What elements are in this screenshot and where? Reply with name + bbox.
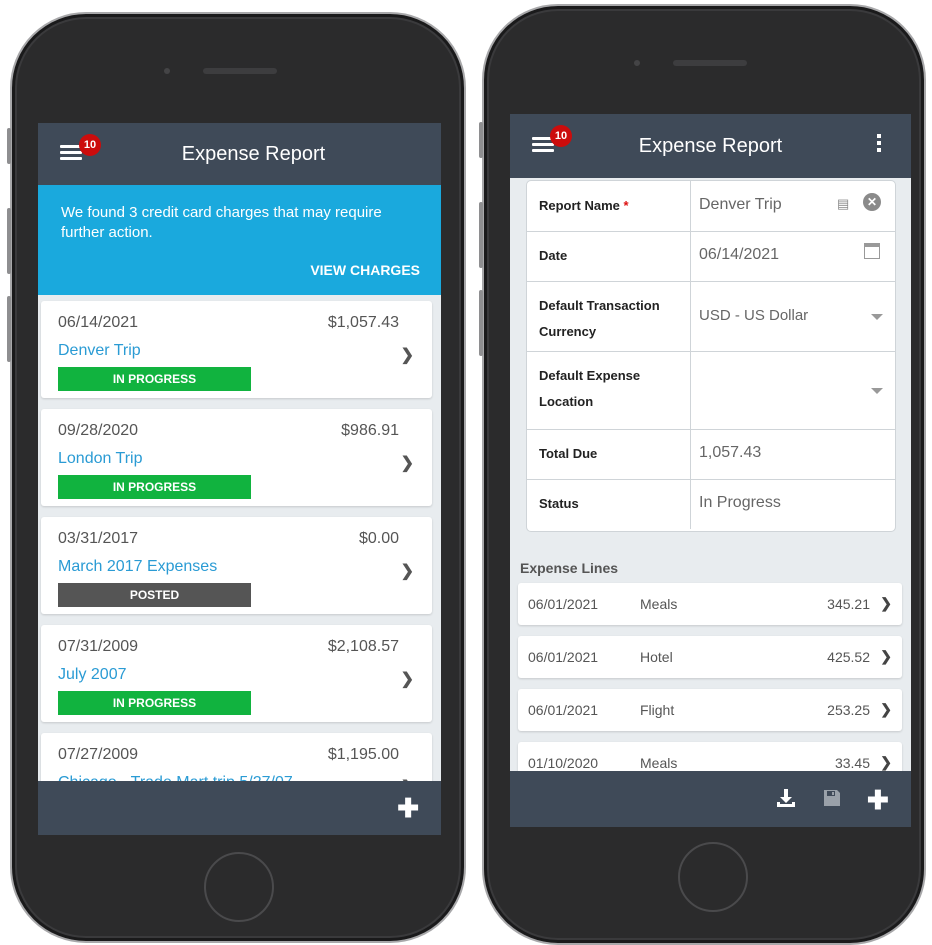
phone-side-button	[7, 296, 11, 362]
total-label: Total Due	[539, 446, 598, 461]
report-date: 06/14/2021	[58, 314, 139, 331]
line-amount: 253.25	[827, 702, 870, 718]
chevron-right-icon: ❯	[400, 671, 414, 688]
phone-camera	[634, 60, 640, 66]
download-icon[interactable]	[775, 787, 797, 809]
left-screen: 10 Expense Report We found 3 credit card…	[38, 123, 441, 835]
line-date: 01/10/2020	[528, 755, 599, 771]
home-button[interactable]	[204, 852, 274, 922]
report-amount: $2,108.57	[327, 638, 399, 655]
chevron-right-icon: ❯	[880, 648, 892, 664]
phone-side-button	[479, 122, 483, 158]
report-name-label: Report Name *	[539, 198, 629, 213]
page-title: Expense Report	[181, 143, 326, 165]
phone-side-button	[7, 128, 11, 164]
report-name-link[interactable]: July 2007	[58, 666, 127, 684]
chevron-right-icon: ❯	[880, 701, 892, 717]
required-mark: *	[623, 198, 629, 213]
phone-side-button	[479, 202, 483, 268]
report-name-link[interactable]: March 2017 Expenses	[58, 558, 217, 576]
bottom-toolbar: ✚	[38, 781, 441, 835]
currency-row: Default Transaction Currency USD - US Dol…	[527, 281, 895, 352]
header-bar: 10 Expense Report	[510, 114, 911, 178]
chevron-down-icon[interactable]	[871, 314, 883, 320]
currency-label: Default Transaction Currency	[539, 298, 660, 339]
line-category: Flight	[640, 702, 675, 718]
right-screen: 10 Expense Report Report Name * Denver T…	[510, 114, 911, 827]
status-label: Status	[539, 496, 579, 511]
report-card[interactable]: 03/31/2017 $0.00 March 2017 Expenses ❯ P…	[41, 517, 432, 614]
line-amount: 425.52	[827, 649, 870, 665]
save-icon[interactable]	[822, 788, 842, 808]
line-category: Hotel	[640, 649, 673, 665]
plus-icon[interactable]: ✚	[867, 787, 889, 813]
report-date: 03/31/2017	[58, 530, 139, 547]
view-charges-link[interactable]: VIEW CHARGES	[310, 262, 420, 278]
calendar-icon[interactable]	[864, 243, 880, 259]
status-badge: IN PROGRESS	[58, 475, 251, 499]
home-button[interactable]	[678, 842, 748, 912]
chevron-right-icon: ❯	[400, 347, 414, 364]
plus-icon[interactable]: ✚	[397, 795, 419, 821]
status-row: Status In Progress	[527, 479, 895, 529]
phone-side-button	[479, 290, 483, 356]
alert-banner: We found 3 credit card charges that may …	[38, 185, 441, 295]
line-date: 06/01/2021	[528, 702, 599, 718]
report-card[interactable]: 09/28/2020 $986.91 London Trip ❯ IN PROG…	[41, 409, 432, 506]
expense-line[interactable]: 06/01/2021 Flight 253.25 ❯	[518, 689, 902, 731]
report-name-link[interactable]: London Trip	[58, 450, 143, 468]
line-date: 06/01/2021	[528, 649, 599, 665]
header-bar: 10 Expense Report	[38, 123, 441, 185]
location-row: Default Expense Location	[527, 351, 895, 430]
chevron-down-icon[interactable]	[871, 388, 883, 394]
line-amount: 345.21	[827, 596, 870, 612]
chevron-right-icon: ❯	[880, 754, 892, 770]
report-amount: $0.00	[358, 530, 399, 547]
section-title: Expense Lines	[520, 560, 619, 576]
report-form: Report Name * Denver Trip ▤ ✕ Date 06/14…	[526, 180, 896, 532]
bottom-toolbar: ✚	[510, 771, 911, 827]
phone-speaker	[673, 60, 747, 66]
chevron-right-icon: ❯	[880, 595, 892, 611]
status-badge: IN PROGRESS	[58, 367, 251, 391]
chevron-right-icon: ❯	[400, 563, 414, 580]
report-card[interactable]: 07/31/2009 $2,108.57 July 2007 ❯ IN PROG…	[41, 625, 432, 722]
line-category: Meals	[640, 755, 678, 771]
line-category: Meals	[640, 596, 678, 612]
report-name-input[interactable]: Denver Trip	[699, 196, 782, 214]
phone-speaker	[203, 68, 277, 74]
location-label: Default Expense Location	[539, 368, 641, 409]
date-label: Date	[539, 248, 568, 263]
line-date: 06/01/2021	[528, 596, 599, 612]
report-amount: $1,057.43	[327, 314, 399, 331]
report-date: 07/27/2009	[58, 746, 139, 763]
more-options-icon[interactable]	[877, 134, 881, 155]
report-amount: $1,195.00	[327, 746, 399, 763]
report-date: 07/31/2009	[58, 638, 139, 655]
report-date: 09/28/2020	[58, 422, 139, 439]
line-amount: 33.45	[834, 755, 870, 771]
chevron-right-icon: ❯	[400, 455, 414, 472]
page-title: Expense Report	[638, 135, 783, 157]
status-value: In Progress	[699, 494, 781, 511]
report-name-link[interactable]: Denver Trip	[58, 342, 141, 360]
report-card[interactable]: 06/14/2021 $1,057.43 Denver Trip ❯ IN PR…	[41, 301, 432, 398]
clear-icon[interactable]: ✕	[863, 193, 881, 211]
banner-message: We found 3 credit card charges that may …	[61, 204, 382, 241]
expense-line[interactable]: 06/01/2021 Meals 345.21 ❯	[518, 583, 902, 625]
report-amount: $986.91	[341, 422, 399, 439]
phone-side-button	[7, 208, 11, 274]
currency-select[interactable]: USD - US Dollar	[699, 307, 808, 324]
report-name-row: Report Name * Denver Trip ▤ ✕	[527, 181, 895, 232]
status-badge: IN PROGRESS	[58, 691, 251, 715]
status-badge: POSTED	[58, 583, 251, 607]
id-card-icon[interactable]: ▤	[837, 196, 849, 212]
total-row: Total Due 1,057.43	[527, 429, 895, 480]
date-row: Date 06/14/2021	[527, 231, 895, 282]
phone-camera	[164, 68, 170, 74]
expense-line[interactable]: 06/01/2021 Hotel 425.52 ❯	[518, 636, 902, 678]
date-input[interactable]: 06/14/2021	[699, 246, 779, 264]
total-value: 1,057.43	[699, 444, 762, 461]
